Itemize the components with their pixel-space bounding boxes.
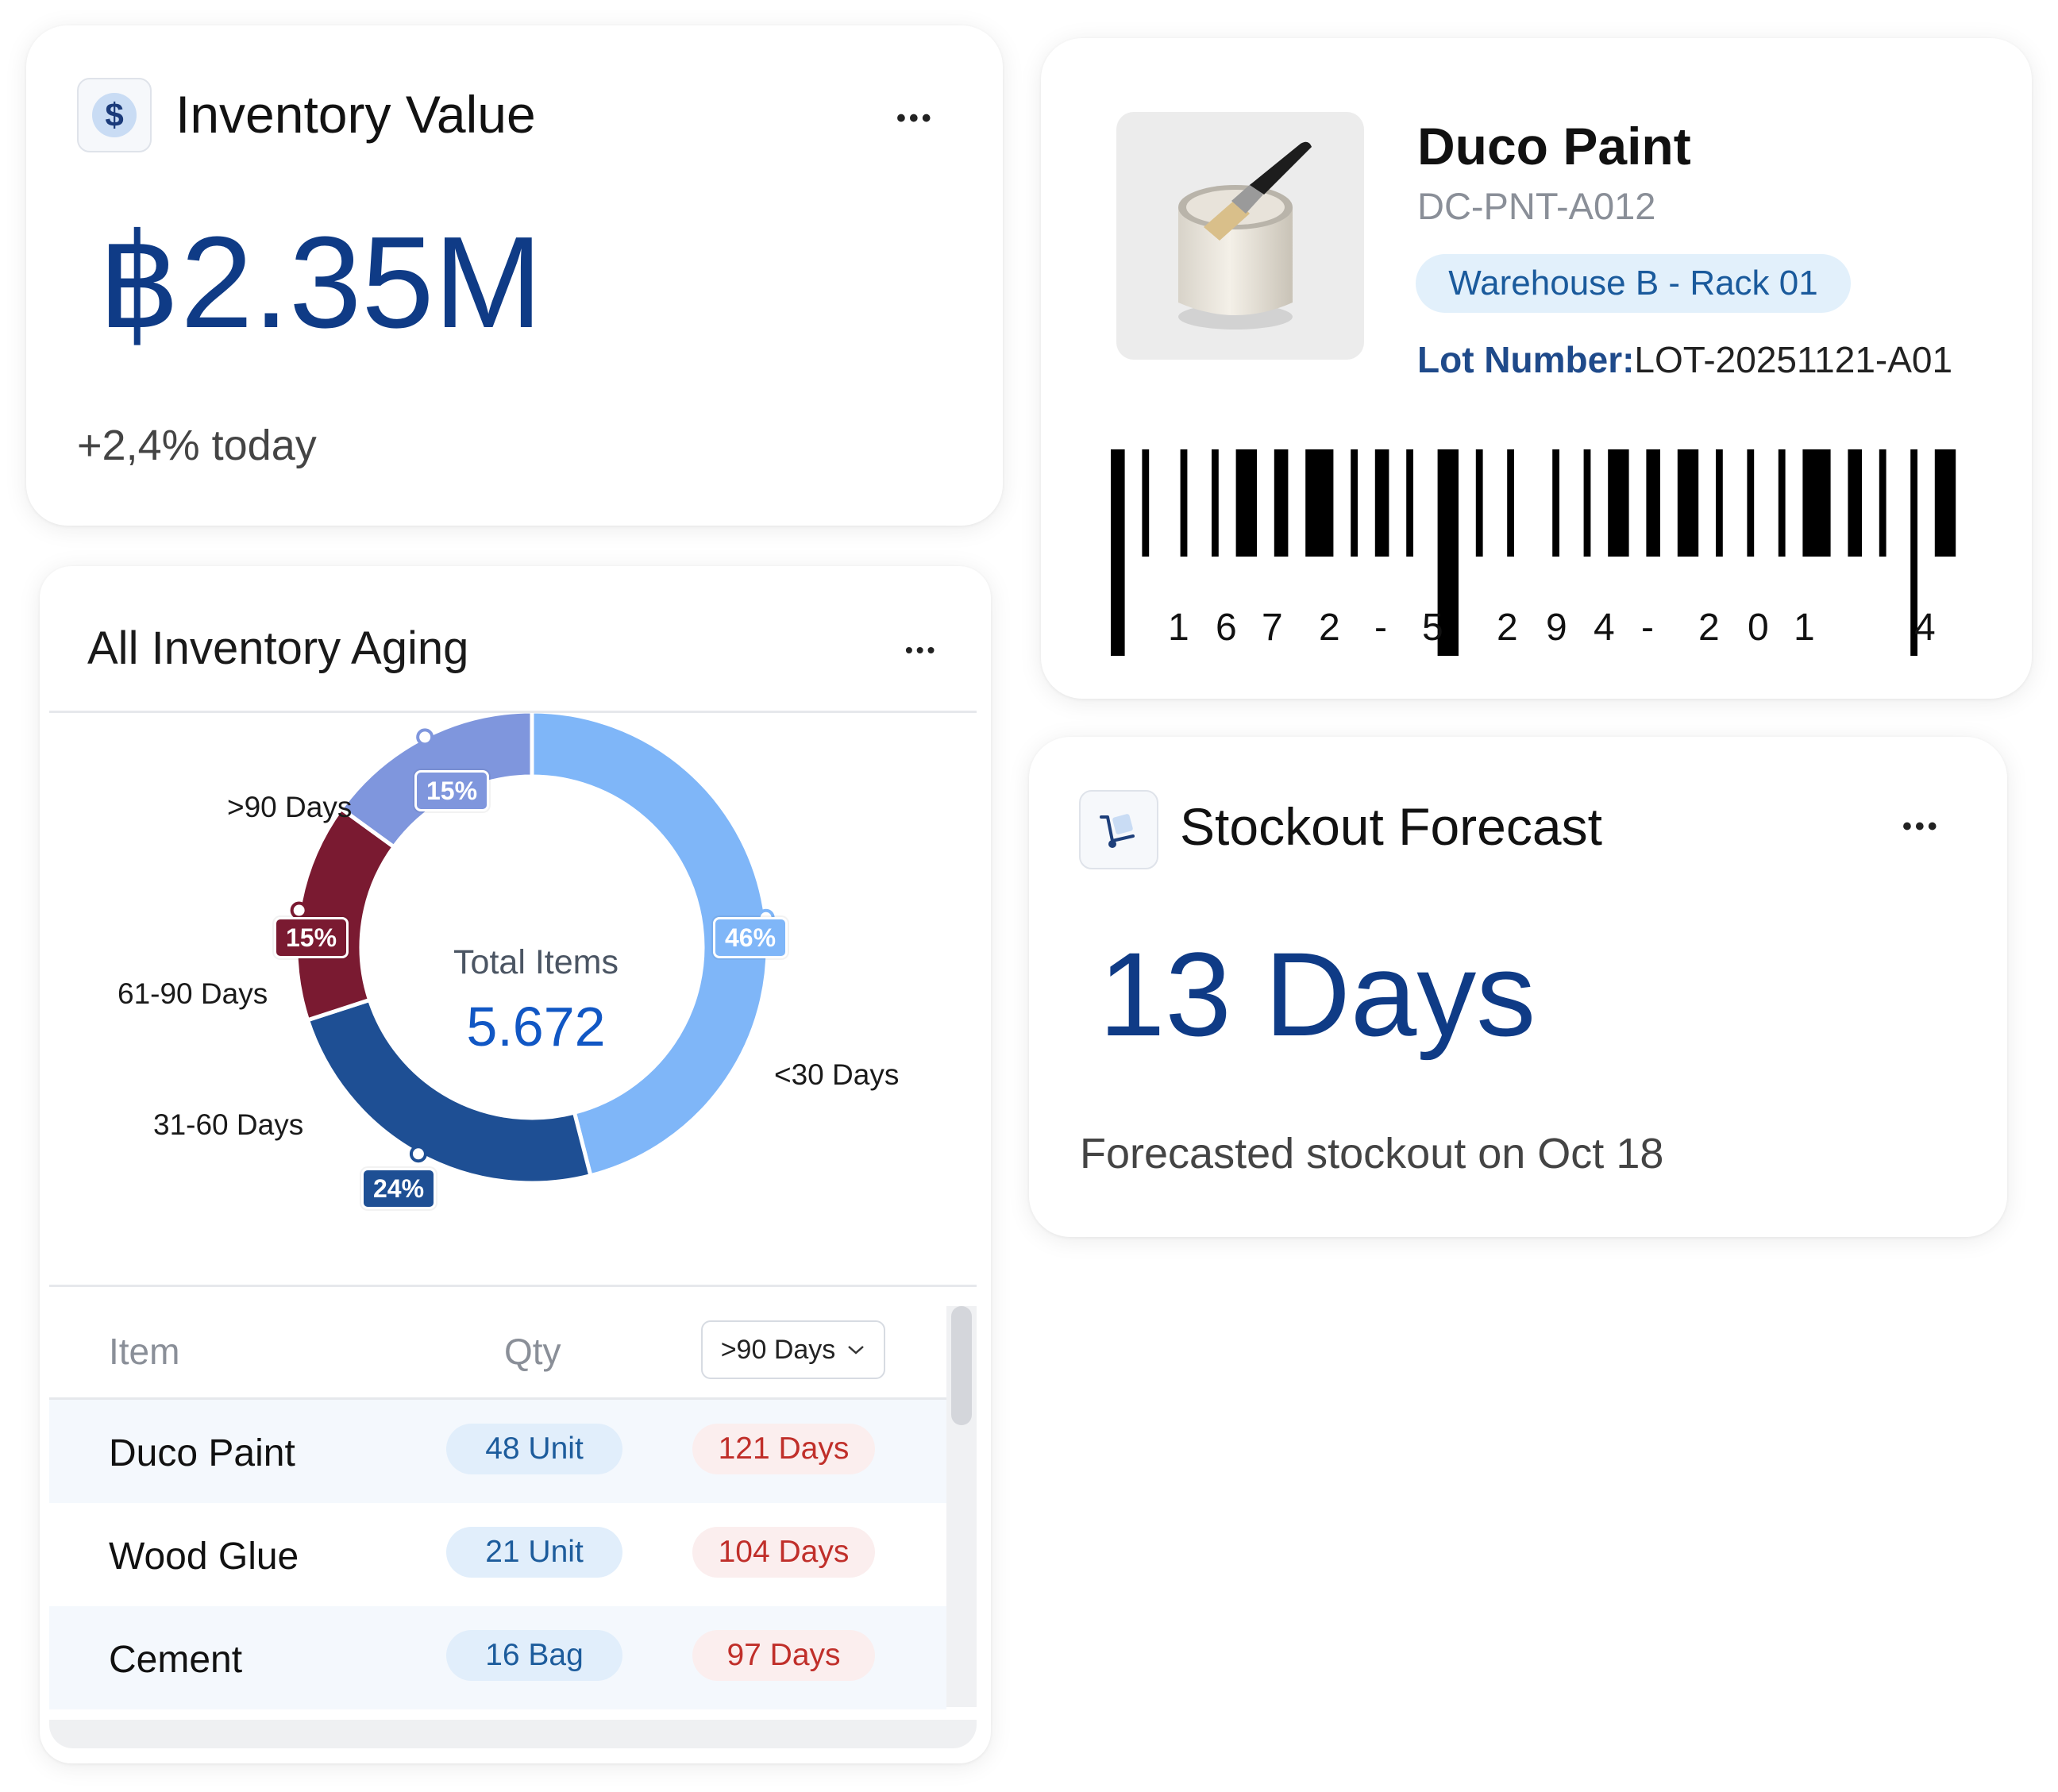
product-sku: DC-PNT-A012 [1417,185,1656,227]
barcode-digit: 7 [1262,607,1283,649]
location-badge: Warehouse B - Rack 01 [1416,254,1851,313]
aging-more-button[interactable]: ••• [905,639,938,661]
stockout-days-value: 13 Days [1099,927,1536,1061]
legend-label-less-30: <30 Days [774,1058,900,1091]
donut-marker-3 [416,728,434,746]
barcode-bar [1583,449,1591,557]
inventory-value-title: Inventory Value [175,85,536,144]
aging-title: All Inventory Aging [87,622,469,674]
product-name: Duco Paint [1417,117,1691,175]
barcode-bar [1305,449,1334,557]
barcode-bar [1374,449,1389,557]
barcode: 1672-5294-2014 [1111,449,1956,656]
aging-filter-dropdown[interactable]: >90 Days [701,1320,885,1379]
barcode-bar [1802,449,1831,557]
row-days-badge: 121 Days [692,1424,875,1474]
stockout-more-button[interactable]: ••• [1902,813,1940,840]
legend-label-61-90: 61-90 Days [118,977,268,1010]
barcode-bar [1934,449,1956,557]
divider [49,1285,977,1287]
barcode-digit: - [1641,607,1654,649]
inventory-value-change: +2,4% today [77,422,317,469]
barcode-bar [1180,449,1188,557]
table-scrollbar-thumb[interactable] [951,1306,972,1425]
row-qty-badge: 48 Unit [446,1424,622,1474]
barcode-bar [1646,449,1660,557]
barcode-digit: 4 [1594,607,1615,649]
legend-label-31-60: 31-60 Days [153,1108,304,1141]
barcode-bar [1212,449,1219,557]
inventory-value-more-button[interactable]: ••• [896,105,935,132]
percent-badge-over-90: 15% [414,770,490,811]
barcode-digit: 1 [1168,607,1189,649]
barcode-digit: 9 [1546,607,1567,649]
aging-filter-value: >90 Days [720,1334,836,1365]
row-qty-badge: 21 Unit [446,1527,622,1578]
inventory-value-icon-box: $ [77,78,152,152]
stockout-forecast-date: Forecasted stockout on Oct 18 [1080,1130,1664,1177]
barcode-digit: 2 [1698,607,1720,649]
barcode-bar [1235,449,1257,557]
barcode-bar [1716,449,1723,557]
barcode-digit: 0 [1748,607,1769,649]
lot-number: Lot Number:LOT-20251121-A01 [1417,338,1952,381]
stockout-icon-box [1079,790,1158,869]
row-item-name: Cement [109,1639,243,1681]
column-header-item: Item [109,1331,180,1372]
barcode-digit: 2 [1319,607,1340,649]
barcode-bar [1274,449,1289,557]
column-header-qty: Qty [504,1331,561,1372]
percent-badge-31-60: 24% [361,1168,437,1209]
barcode-digit: - [1374,607,1387,649]
inventory-value-amount: ฿2.35M [98,210,543,355]
barcode-bar [1747,449,1755,557]
product-card: Duco Paint DC-PNT-A012 Warehouse B - Rac… [1041,38,2032,699]
barcode-bar [1608,449,1629,557]
inventory-aging-card: All Inventory Aging ••• Total Items 5.67… [40,566,991,1763]
barcode-bar [1507,449,1514,557]
donut-marker-2 [290,901,308,919]
barcode-bar [1111,449,1125,656]
row-days-badge: 104 Days [692,1527,875,1578]
barcode-bar [1406,449,1413,557]
table-row[interactable]: Wood Glue 21 Unit 104 Days [49,1503,946,1606]
row-item-name: Wood Glue [109,1536,299,1578]
barcode-digit: 2 [1497,607,1518,649]
barcode-digit: 1 [1794,607,1815,649]
total-items-value: 5.672 [466,996,606,1058]
chevron-down-icon [848,1346,865,1355]
percent-badge-61-90: 15% [274,917,349,958]
barcode-bar [1351,449,1358,557]
donut-slice-2[interactable] [294,805,397,1023]
barcode-bar [1552,449,1559,557]
barcode-digit: 6 [1216,607,1237,649]
table-row[interactable]: Duco Paint 48 Unit 121 Days [49,1400,946,1503]
hand-truck-icon [1100,814,1135,848]
lot-number-label: Lot Number: [1417,339,1635,380]
row-days-badge: 97 Days [692,1630,875,1681]
barcode-bar [1879,449,1886,557]
dollar-icon: $ [92,93,137,137]
barcode-digit: 5 [1422,607,1443,649]
stockout-forecast-card: Stockout Forecast ••• 13 Days Forecasted… [1029,737,2007,1237]
row-item-name: Duco Paint [109,1432,295,1474]
barcode-bar [1475,449,1483,557]
table-row[interactable]: Cement 16 Bag 97 Days [49,1606,946,1709]
barcode-bar [1778,449,1786,557]
legend-label-over-90: >90 Days [227,791,353,823]
donut-marker-1 [409,1145,427,1163]
barcode-bar [1142,449,1150,557]
lot-number-value: LOT-20251121-A01 [1634,339,1953,380]
row-qty-badge: 16 Bag [446,1630,622,1681]
barcode-digit: 4 [1914,607,1936,649]
barcode-bar [1677,449,1699,557]
card-footer-strip [49,1720,977,1748]
percent-badge-less-30: 46% [713,917,788,958]
inventory-value-card: $ Inventory Value ••• ฿2.35M +2,4% today [26,25,1003,526]
total-items-label: Total Items [453,943,619,981]
barcode-bar [1848,449,1862,557]
stockout-title: Stockout Forecast [1180,797,1602,856]
paint-can-image [1116,112,1364,360]
